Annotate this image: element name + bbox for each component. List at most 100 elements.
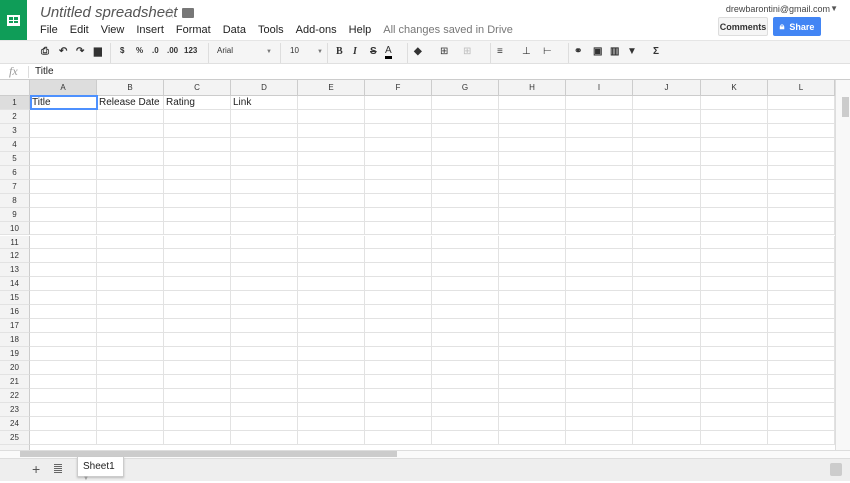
cell[interactable] (97, 137, 164, 152)
cell[interactable] (298, 375, 365, 389)
cell[interactable] (164, 151, 231, 166)
cell[interactable] (499, 416, 566, 431)
row-header[interactable]: 10 (0, 221, 30, 236)
cell[interactable] (365, 416, 432, 431)
cell[interactable] (768, 137, 835, 152)
cell[interactable] (298, 193, 365, 208)
sheets-logo[interactable] (0, 0, 27, 40)
cell[interactable] (365, 347, 432, 362)
cell[interactable] (97, 416, 164, 431)
cell[interactable] (30, 333, 97, 348)
cell[interactable] (768, 96, 835, 110)
cell[interactable] (432, 193, 499, 208)
cell[interactable] (701, 319, 768, 334)
cell[interactable] (365, 361, 432, 375)
menu-addons[interactable]: Add-ons (296, 24, 337, 36)
cell[interactable] (164, 375, 231, 389)
cell[interactable] (97, 388, 164, 403)
cell[interactable] (365, 430, 432, 445)
cell[interactable] (432, 179, 499, 194)
cell[interactable] (768, 179, 835, 194)
cell[interactable] (30, 430, 97, 445)
cell[interactable] (365, 207, 432, 222)
cell[interactable] (164, 361, 231, 375)
cell[interactable] (231, 430, 298, 445)
cell[interactable] (499, 402, 566, 417)
cell[interactable] (768, 193, 835, 208)
cell[interactable] (97, 235, 164, 250)
cell[interactable] (701, 123, 768, 138)
cell[interactable] (566, 207, 633, 222)
cell[interactable] (231, 109, 298, 124)
cell[interactable] (97, 305, 164, 320)
cell[interactable] (701, 151, 768, 166)
cell[interactable] (97, 430, 164, 445)
cell[interactable] (633, 193, 701, 208)
cell[interactable] (701, 347, 768, 362)
cell[interactable] (164, 333, 231, 348)
cell[interactable] (701, 388, 768, 403)
cell[interactable] (97, 375, 164, 389)
cell[interactable] (30, 361, 97, 375)
cell[interactable] (499, 361, 566, 375)
cell[interactable] (298, 151, 365, 166)
cell[interactable] (768, 249, 835, 264)
cell[interactable] (701, 291, 768, 306)
cell[interactable] (499, 430, 566, 445)
row-header[interactable]: 5 (0, 151, 30, 166)
cell[interactable] (432, 361, 499, 375)
cell[interactable] (768, 430, 835, 445)
undo-icon[interactable]: ↶ (59, 46, 67, 57)
cell[interactable] (566, 319, 633, 334)
cell[interactable] (231, 221, 298, 236)
cell[interactable]: Release Date (97, 96, 164, 110)
cell[interactable] (768, 207, 835, 222)
cell[interactable] (499, 123, 566, 138)
cell[interactable] (164, 207, 231, 222)
cell[interactable] (566, 347, 633, 362)
paint-format-icon[interactable]: ▆ (94, 46, 102, 57)
cell[interactable] (432, 333, 499, 348)
cell[interactable] (633, 430, 701, 445)
cell[interactable] (701, 96, 768, 110)
cell[interactable] (768, 151, 835, 166)
cell[interactable] (432, 96, 499, 110)
cell[interactable] (701, 165, 768, 180)
row-header[interactable]: 8 (0, 193, 30, 208)
cell[interactable] (30, 151, 97, 166)
cell[interactable] (164, 165, 231, 180)
cell[interactable] (298, 207, 365, 222)
cell[interactable] (499, 96, 566, 110)
cell[interactable] (566, 333, 633, 348)
cell[interactable] (499, 249, 566, 264)
cell[interactable]: Link (231, 96, 298, 110)
chevron-down-icon[interactable]: ▼ (317, 49, 323, 55)
cell[interactable] (365, 179, 432, 194)
font-select[interactable]: Arial (217, 46, 233, 55)
cell[interactable] (701, 235, 768, 250)
formula-input[interactable]: Title (35, 66, 54, 77)
row-header[interactable]: 2 (0, 109, 30, 124)
more-formats-button[interactable]: 123 (184, 46, 197, 55)
folder-icon[interactable] (182, 8, 194, 18)
cell[interactable] (231, 333, 298, 348)
cell[interactable] (298, 333, 365, 348)
cell[interactable] (298, 416, 365, 431)
column-header[interactable]: C (164, 80, 231, 96)
cell[interactable] (768, 416, 835, 431)
cell[interactable] (30, 221, 97, 236)
cell[interactable] (365, 402, 432, 417)
cell[interactable] (633, 277, 701, 292)
cell[interactable] (633, 137, 701, 152)
row-header[interactable]: 14 (0, 277, 30, 292)
sheet-tab[interactable]: Sheet1 ▼ (77, 457, 124, 482)
cell[interactable] (633, 375, 701, 389)
cell[interactable] (633, 347, 701, 362)
cell[interactable] (97, 263, 164, 278)
cell[interactable] (30, 137, 97, 152)
cell[interactable] (633, 165, 701, 180)
cell[interactable] (231, 235, 298, 250)
cell[interactable] (231, 291, 298, 306)
cell[interactable] (499, 235, 566, 250)
vertical-scroll-thumb[interactable] (842, 97, 849, 117)
